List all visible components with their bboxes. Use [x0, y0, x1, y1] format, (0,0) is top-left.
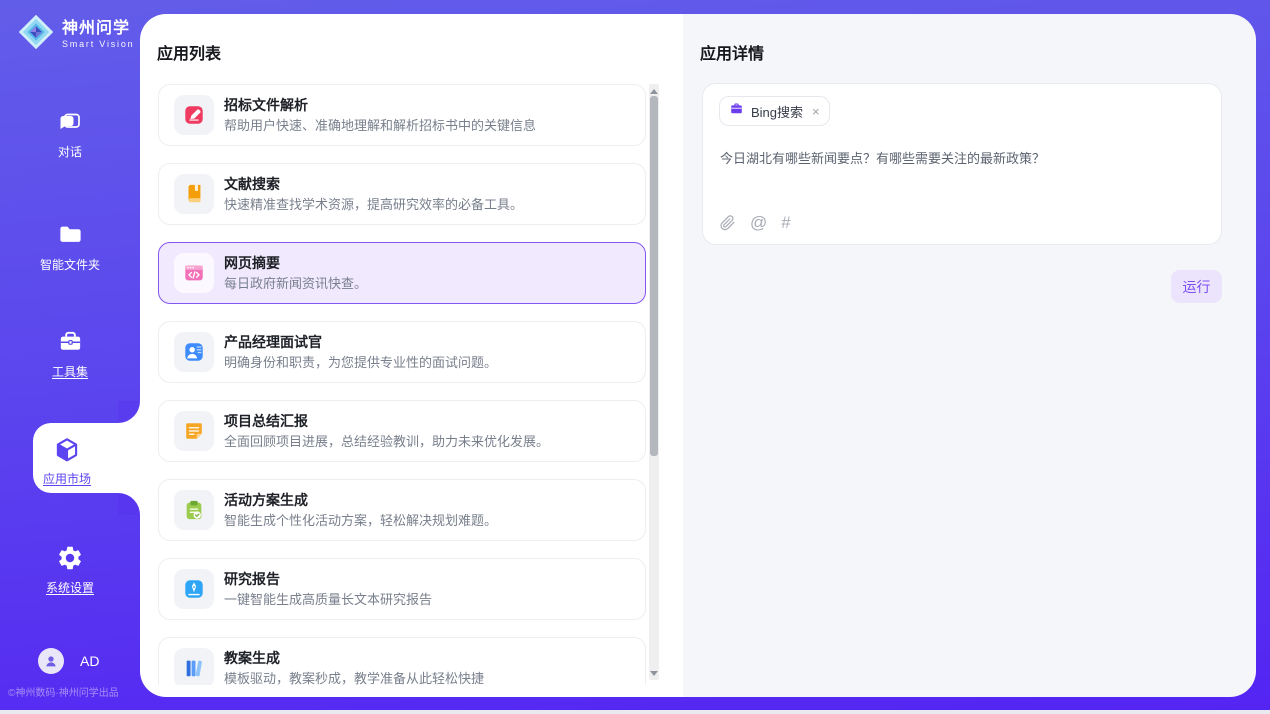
app-list-panel: 应用列表 招标文件解析 帮助用户快速、准确地理解和解析招标书中的关键信息 文献搜… [140, 14, 683, 697]
close-icon[interactable]: × [812, 104, 820, 119]
app-card-web-summary[interactable]: 网页摘要 每日政府新闻资讯快查。 [158, 242, 646, 304]
brand-diamond-icon [16, 12, 56, 57]
ink-pen-icon [174, 569, 214, 609]
book-icon [174, 174, 214, 214]
sidebar-item-chat[interactable]: 对话 [0, 108, 140, 161]
app-card-description: 全面回顾项目进展，总结经验教训，助力未来优化发展。 [224, 435, 549, 448]
tool-tag[interactable]: Bing搜索 × [719, 96, 830, 126]
attachment-icon[interactable] [720, 215, 736, 231]
sidebar: 神州问学 Smart Vision 对话 智能文件夹 工具集 应用市场 系统设置 [0, 0, 140, 710]
app-card-name: 教案生成 [224, 651, 484, 665]
app-card-name: 文献搜索 [224, 177, 523, 191]
input-toolbar: @# [720, 214, 791, 231]
app-card-event-plan[interactable]: 活动方案生成 智能生成个性化活动方案，轻松解决规划难题。 [158, 479, 646, 541]
sidebar-item-label: 智能文件夹 [40, 258, 100, 272]
list-scrollbar[interactable] [649, 84, 659, 680]
run-button[interactable]: 运行 [1171, 270, 1222, 303]
app-card-description: 明确身份和职责，为您提供专业性的面试问题。 [224, 356, 497, 369]
app-card-description: 每日政府新闻资讯快查。 [224, 277, 367, 290]
app-cards: 招标文件解析 帮助用户快速、准确地理解和解析招标书中的关键信息 文献搜索 快速精… [158, 84, 646, 685]
clipboard-check-icon [174, 490, 214, 530]
pen-square-icon [174, 95, 214, 135]
app-card-description: 模板驱动，教案秒成，教学准备从此轻松快捷 [224, 672, 484, 685]
scroll-down-arrow[interactable] [649, 667, 659, 679]
toolbox-icon [0, 328, 140, 358]
folder-icon [0, 221, 140, 251]
app-card-name: 产品经理面试官 [224, 335, 497, 349]
gear-icon [0, 544, 140, 574]
app-card-name: 活动方案生成 [224, 493, 497, 507]
sidebar-item-label: 对话 [58, 145, 82, 159]
app-card-bid-doc-analysis[interactable]: 招标文件解析 帮助用户快速、准确地理解和解析招标书中的关键信息 [158, 84, 646, 146]
tool-tag-label: Bing搜索 [751, 102, 803, 121]
web-code-icon [174, 253, 214, 293]
app-list-title: 应用列表 [157, 40, 221, 64]
sidebar-item-app-market[interactable]: 应用市场 [33, 423, 140, 493]
chat-icon [0, 108, 140, 138]
cube-icon [33, 435, 101, 465]
query-input[interactable]: 今日湖北有哪些新闻要点？有哪些需要关注的最新政策？ [720, 150, 1205, 168]
app-card-description: 帮助用户快速、准确地理解和解析招标书中的关键信息 [224, 119, 536, 132]
app-detail-title: 应用详情 [700, 40, 764, 64]
briefcase-icon [729, 101, 744, 121]
person-icon [38, 648, 64, 674]
scrollbar-thumb[interactable] [650, 96, 658, 456]
note-icon [174, 411, 214, 451]
books-icon [174, 648, 214, 685]
main-content: 应用列表 招标文件解析 帮助用户快速、准确地理解和解析招标书中的关键信息 文献搜… [140, 14, 1256, 697]
app-card-lesson-plan[interactable]: 教案生成 模板驱动，教案秒成，教学准备从此轻松快捷 [158, 637, 646, 685]
sidebar-item-system-settings[interactable]: 系统设置 [0, 544, 140, 597]
tab-curve-top [118, 401, 140, 423]
app-card-description: 一键智能生成高质量长文本研究报告 [224, 593, 432, 606]
brand-name: 神州问学 [62, 20, 134, 38]
app-card-pm-interviewer[interactable]: 产品经理面试官 明确身份和职责，为您提供专业性的面试问题。 [158, 321, 646, 383]
app-card-name: 网页摘要 [224, 256, 367, 270]
app-card-name: 项目总结汇报 [224, 414, 549, 428]
app-card-research-report[interactable]: 研究报告 一键智能生成高质量长文本研究报告 [158, 558, 646, 620]
app-card-name: 招标文件解析 [224, 98, 536, 112]
sidebar-item-label: 系统设置 [46, 581, 94, 595]
interviewer-icon [174, 332, 214, 372]
sidebar-item-label: 应用市场 [43, 472, 91, 486]
prompt-card: Bing搜索 × 今日湖北有哪些新闻要点？有哪些需要关注的最新政策？ @# [702, 83, 1222, 245]
app-detail-panel: 应用详情 Bing搜索 × 今日湖北有哪些新闻要点？有哪些需要关注的最新政策？ … [683, 14, 1256, 697]
app-card-name: 研究报告 [224, 572, 432, 586]
hash-icon[interactable]: # [781, 214, 790, 231]
mention-icon[interactable]: @ [750, 214, 767, 231]
user-name: AD [80, 653, 99, 669]
brand-tagline: Smart Vision [62, 39, 134, 49]
sidebar-item-smart-folders[interactable]: 智能文件夹 [0, 221, 140, 274]
sidebar-item-toolset[interactable]: 工具集 [0, 328, 140, 381]
user-row[interactable]: AD [38, 648, 99, 674]
sidebar-item-label: 工具集 [52, 365, 88, 379]
app-card-description: 快速精准查找学术资源，提高研究效率的必备工具。 [224, 198, 523, 211]
copyright: ©神州数码·神州问学出品 [8, 684, 140, 699]
brand-logo: 神州问学 Smart Vision [16, 12, 134, 57]
app-card-project-summary[interactable]: 项目总结汇报 全面回顾项目进展，总结经验教训，助力未来优化发展。 [158, 400, 646, 462]
tab-curve-bottom [118, 493, 140, 515]
app-card-literature-search[interactable]: 文献搜索 快速精准查找学术资源，提高研究效率的必备工具。 [158, 163, 646, 225]
app-card-description: 智能生成个性化活动方案，轻松解决规划难题。 [224, 514, 497, 527]
